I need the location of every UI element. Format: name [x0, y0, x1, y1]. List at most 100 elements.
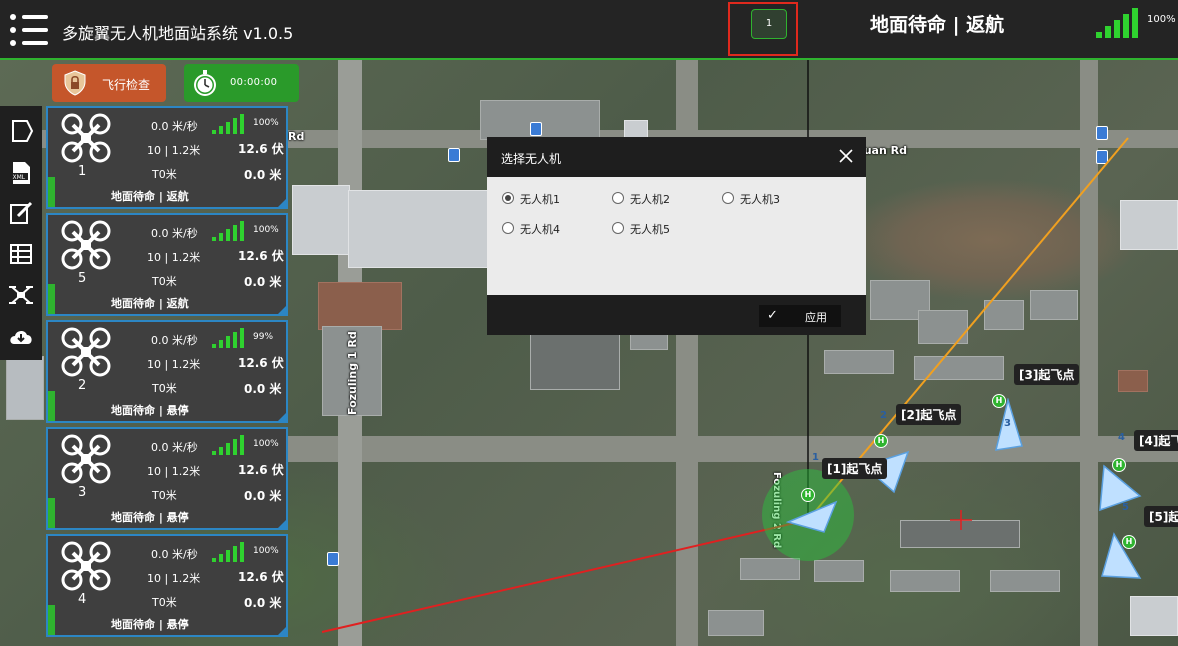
apply-button[interactable]: ✓ 应用 [759, 305, 841, 327]
signal-bar [233, 118, 237, 134]
drone-satellites: 10 | 1.2米 [147, 144, 201, 157]
signal-icon [212, 542, 248, 562]
quadcopter-icon [61, 113, 111, 163]
drone-id: 2 [78, 378, 87, 393]
status-bar [48, 498, 55, 528]
signal-bar [212, 237, 216, 241]
dialog-header: 选择无人机 [487, 137, 866, 177]
cloud-download-icon[interactable] [8, 324, 34, 350]
drone-status: 地面待命 | 悬停 [111, 618, 189, 631]
stopwatch-icon [194, 70, 216, 96]
drone-voltage: 12.6 伏 [238, 249, 284, 263]
signal-bar [219, 447, 223, 455]
home-marker: H [874, 434, 888, 448]
drone-t0: T0米 [152, 382, 177, 395]
drone-satellites: 10 | 1.2米 [147, 572, 201, 585]
dialog-title: 选择无人机 [501, 152, 562, 166]
timer-value: 00:00:00 [230, 77, 278, 88]
radio-dot [722, 192, 734, 204]
drone-satellites: 10 | 1.2米 [147, 251, 201, 264]
signal-bar [219, 554, 223, 562]
signal-bar [226, 443, 230, 455]
dialog-body: 无人机1 无人机2 无人机3 无人机4 无人机5 [487, 177, 866, 295]
signal-bar [233, 546, 237, 562]
waypoint-label[interactable]: [1]起飞点 [822, 458, 888, 479]
drone-arrow-1[interactable] [786, 496, 846, 536]
drone-status: 地面待命 | 返航 [111, 190, 189, 203]
drone-battery: 100% [253, 546, 279, 556]
radio-dot [612, 192, 624, 204]
drone-selector-button[interactable]: 1 [728, 2, 798, 56]
flight-timer: 00:00:00 [184, 64, 299, 102]
drone-card[interactable]: 3 0.0 米/秒 10 | 1.2米 T0米 地面待命 | 悬停 100% 12.6 伏 0… [46, 427, 288, 530]
drone-battery: 99% [253, 332, 274, 342]
drone-arrow-label: 5 [1122, 502, 1129, 513]
drone-status: 地面待命 | 悬停 [111, 511, 189, 524]
drone-arrow-label: 1 [812, 452, 819, 463]
drone-speed: 0.0 米/秒 [151, 548, 198, 561]
route-line-red [321, 519, 809, 633]
expand-corner-icon[interactable] [276, 411, 288, 423]
quadcopter-icon [61, 220, 111, 270]
signal-bar [219, 126, 223, 134]
expand-corner-icon[interactable] [276, 304, 288, 316]
flight-status: 地面待命 | 返航 [870, 14, 1005, 36]
drone-voltage: 12.6 伏 [238, 570, 284, 584]
status-bar [48, 605, 55, 635]
drone-id: 5 [78, 271, 87, 286]
radio-label: 无人机3 [740, 193, 780, 206]
quadcopter-icon [61, 541, 111, 591]
drone-altitude: 0.0 米 [244, 168, 282, 182]
waypoint-label[interactable]: [2]起飞点 [896, 404, 962, 425]
drone-card[interactable]: 2 0.0 米/秒 10 | 1.2米 T0米 地面待命 | 悬停 99% 12.6 伏 0.… [46, 320, 288, 423]
radio-label: 无人机1 [520, 193, 560, 206]
table-icon[interactable] [8, 241, 34, 267]
signal-bar [219, 340, 223, 348]
drone-card[interactable]: 5 0.0 米/秒 10 | 1.2米 T0米 地面待命 | 返航 100% 12.6 伏 0… [46, 213, 288, 316]
flight-check-button[interactable]: 飞行检查 [52, 64, 166, 102]
signal-bar [212, 558, 216, 562]
close-icon[interactable] [837, 147, 855, 165]
drone-card[interactable]: 1 0.0 米/秒 10 | 1.2米 T0米 地面待命 | 返航 100% 12.6 伏 0… [46, 106, 288, 209]
expand-corner-icon[interactable] [276, 197, 288, 209]
signal-icon [212, 221, 248, 241]
radio-label: 无人机2 [630, 193, 670, 206]
tool-sidebar: XML [0, 106, 42, 360]
signal-icon [212, 435, 248, 455]
drone-altitude: 0.0 米 [244, 489, 282, 503]
edit-icon[interactable] [8, 200, 34, 226]
home-marker: H [1122, 535, 1136, 549]
expand-corner-icon[interactable] [276, 625, 288, 637]
signal-bar [233, 332, 237, 348]
drone-id: 3 [78, 485, 87, 500]
select-drone-dialog: 选择无人机 无人机1 无人机2 无人机3 无人机4 无人机5 ✓ 应用 [487, 137, 866, 335]
drone-battery: 100% [253, 439, 279, 449]
drone-arrow-label: 4 [1118, 432, 1125, 443]
radio-dot [612, 222, 624, 234]
drone-altitude: 0.0 米 [244, 382, 282, 396]
signal-bar [240, 114, 244, 134]
waypoint-label[interactable]: [3]起飞点 [1014, 364, 1080, 385]
drone-speed: 0.0 米/秒 [151, 441, 198, 454]
radio-dot [502, 222, 514, 234]
drone-icon[interactable] [8, 282, 34, 308]
drone-battery: 100% [253, 225, 279, 235]
waypoint-label[interactable]: [5]起 [1144, 506, 1178, 527]
signal-bar [219, 233, 223, 241]
drone-arrow-label: 3 [1004, 418, 1011, 429]
home-marker: H [1112, 458, 1126, 472]
status-bar [48, 391, 55, 421]
drone-voltage: 12.6 伏 [238, 463, 284, 477]
signal-bar [226, 229, 230, 241]
expand-corner-icon[interactable] [276, 518, 288, 530]
drone-card[interactable]: 4 0.0 米/秒 10 | 1.2米 T0米 地面待命 | 悬停 100% 12.6 伏 0… [46, 534, 288, 637]
drone-status: 地面待命 | 悬停 [111, 404, 189, 417]
xml-file-icon[interactable]: XML [8, 160, 34, 186]
signal-strength-icon [1096, 6, 1146, 38]
drone-selector-value: 1 [751, 9, 787, 39]
waypoint-label[interactable]: [4]起飞 [1134, 430, 1178, 451]
menu-icon[interactable] [6, 8, 50, 52]
quadcopter-icon [61, 434, 111, 484]
signal-bar [240, 542, 244, 562]
polygon-icon[interactable] [8, 118, 34, 144]
